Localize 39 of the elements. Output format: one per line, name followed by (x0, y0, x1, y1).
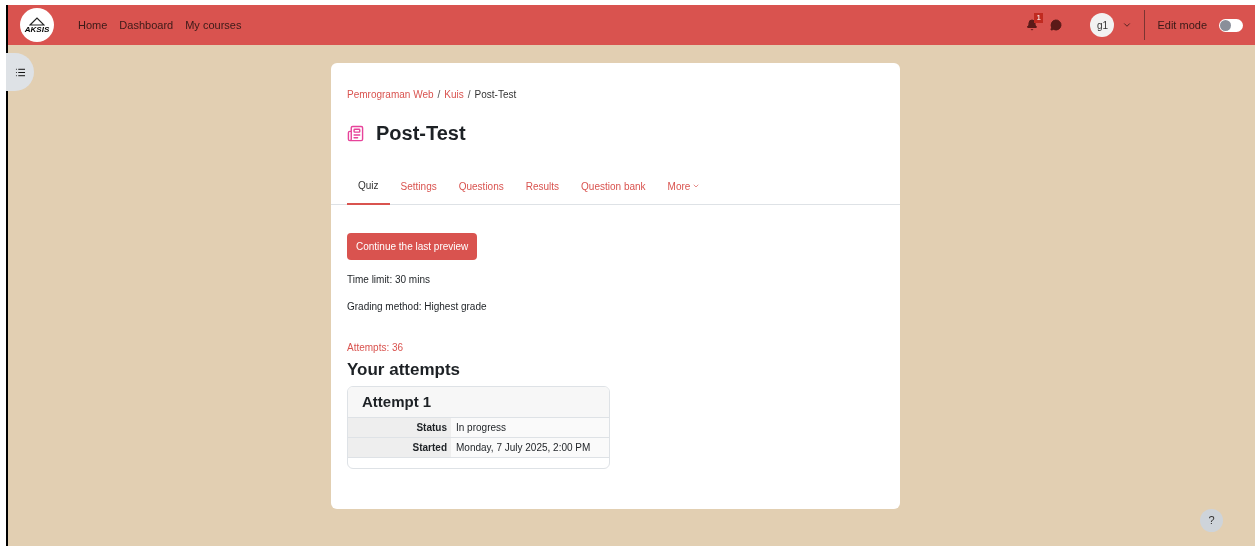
logo-text: AKSIS (24, 25, 50, 34)
site-logo[interactable]: AKSIS (20, 8, 54, 42)
tab[interactable]: Results (514, 168, 571, 204)
attempt-field-value: In progress (451, 418, 609, 437)
attempt-field-label: Started (348, 438, 451, 457)
attempts-heading: Your attempts (347, 359, 462, 381)
attempt-field-value: Monday, 7 July 2025, 2:00 PM (451, 438, 609, 457)
tab[interactable]: Quiz (347, 168, 390, 205)
breadcrumb-link[interactable]: Kuis (444, 87, 464, 102)
list-icon (14, 66, 26, 78)
nav-link[interactable]: Dashboard (119, 16, 174, 34)
attempt-title: Attempt 1 (348, 386, 609, 418)
tab[interactable]: Questions (447, 168, 515, 204)
edit-mode-toggle[interactable] (1219, 18, 1243, 32)
caret-icon[interactable] (1122, 20, 1133, 30)
current-page-label: Post-Test (474, 88, 517, 102)
mountain-icon (29, 16, 45, 26)
quiz-info-text: Time limit: 30 mins (347, 273, 431, 287)
tab[interactable]: Question bank (570, 168, 657, 204)
attempt-field-label: Status (348, 418, 451, 437)
help-button[interactable]: ? (1200, 509, 1223, 532)
continue-preview-button[interactable]: Continue the last preview (347, 233, 478, 260)
quiz-info-text: Grading method: Highest grade (347, 300, 488, 314)
notification-badge: 1 (1034, 13, 1043, 23)
breadcrumb-link[interactable]: Pemrograman Web (347, 87, 434, 102)
edit-mode-label: Edit mode (1157, 17, 1207, 33)
breadcrumb-separator: / (467, 88, 471, 102)
tab[interactable]: Settings (389, 168, 448, 204)
page-title: Post-Test (376, 121, 466, 146)
messages-icon[interactable] (1050, 19, 1063, 31)
attempts-link[interactable]: Attempts: 36 (347, 340, 884, 355)
tab[interactable]: More (656, 168, 712, 204)
notification-bell-icon[interactable] (1026, 19, 1039, 31)
caret-icon (692, 182, 701, 190)
nav-link[interactable]: Home (78, 16, 108, 34)
drawer-toggle-button[interactable] (6, 53, 34, 91)
nav-link[interactable]: My courses (185, 16, 242, 34)
user-avatar[interactable]: g1 (1090, 13, 1115, 37)
breadcrumb-separator: / (437, 88, 441, 102)
